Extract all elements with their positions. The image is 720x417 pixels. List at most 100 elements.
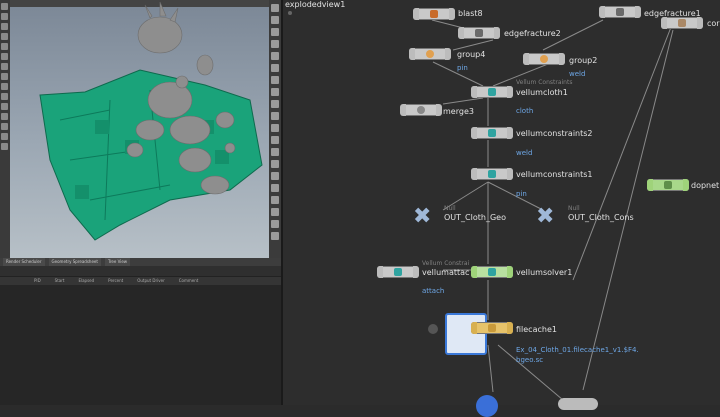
display-option-icon[interactable] (271, 4, 279, 12)
node-edgefracture1[interactable] (599, 6, 641, 18)
display-option-icon[interactable] (271, 196, 279, 204)
display-flag[interactable] (697, 17, 703, 29)
node-vellumattach[interactable] (377, 266, 419, 278)
merge-icon (417, 106, 425, 114)
display-option-icon[interactable] (271, 148, 279, 156)
display-flag[interactable] (507, 86, 513, 98)
node-group4[interactable] (409, 48, 451, 60)
column-comment[interactable]: Comment (179, 277, 199, 285)
bypass-flag[interactable] (523, 53, 529, 65)
node-blast8-label: blast8 (458, 9, 483, 18)
dopnet-icon (664, 181, 672, 189)
display-flag[interactable] (507, 322, 513, 334)
tab-geometry-spreadsheet[interactable]: Geometry Spreadsheet (48, 258, 101, 266)
display-flag[interactable] (507, 127, 513, 139)
node-merge3[interactable] (400, 104, 442, 116)
display-option-icon[interactable] (271, 52, 279, 60)
node-filecache1[interactable] (471, 322, 513, 334)
display-option-icon[interactable] (271, 136, 279, 144)
node-vellumcloth1[interactable] (471, 86, 513, 98)
display-flag[interactable] (449, 8, 455, 20)
node-out-cloth-geo-label: OUT_Cloth_Geo (444, 213, 506, 222)
bypass-flag[interactable] (647, 179, 653, 191)
display-option-icon[interactable] (271, 112, 279, 120)
edgefracture-icon (616, 8, 624, 16)
node-vellumconstraints2[interactable] (471, 127, 513, 139)
node-vellumsolver1[interactable] (471, 266, 513, 278)
display-option-icon[interactable] (271, 208, 279, 216)
null-icon[interactable]: ✖ (536, 206, 556, 228)
bypass-flag[interactable] (661, 17, 667, 29)
display-option-icon[interactable] (271, 220, 279, 228)
display-option-icon[interactable] (271, 64, 279, 72)
display-flag[interactable] (413, 266, 419, 278)
scheduler-column-headers: PID Start Elapsed Percent Output Driver … (0, 277, 281, 285)
bypass-flag[interactable] (471, 86, 477, 98)
bypass-flag[interactable] (400, 104, 406, 116)
display-option-icon[interactable] (271, 172, 279, 180)
bypass-flag[interactable] (413, 8, 419, 20)
bypass-flag[interactable] (409, 48, 415, 60)
bypass-flag[interactable] (471, 266, 477, 278)
display-option-icon[interactable] (271, 160, 279, 168)
node-cor[interactable] (661, 17, 703, 29)
scene-render (39, 1, 263, 241)
node-blast8[interactable] (413, 8, 455, 20)
node-dopnet[interactable] (647, 179, 689, 191)
bypass-flag[interactable] (377, 266, 383, 278)
display-option-icon[interactable] (271, 124, 279, 132)
node-vellumcloth1-type: Vellum Constraints (516, 79, 573, 86)
node-vellumconstraints2-label: vellumconstraints2 (516, 129, 593, 138)
node-group2-comment: weld (569, 70, 586, 78)
display-flag[interactable] (507, 168, 513, 180)
display-flag[interactable] (507, 266, 513, 278)
viewport-right-toolbar[interactable] (269, 0, 281, 258)
null-icon[interactable]: ✖ (413, 206, 433, 228)
display-flag[interactable] (559, 53, 565, 65)
display-option-icon[interactable] (271, 28, 279, 36)
node-vellumconstraints1[interactable] (471, 168, 513, 180)
display-flag[interactable] (494, 27, 500, 39)
bypass-flag[interactable] (599, 6, 605, 18)
display-option-icon[interactable] (271, 40, 279, 48)
network-editor[interactable]: explodedview1 blast8 edgefracture1 cor e… (283, 0, 720, 417)
scene-viewport[interactable] (0, 0, 281, 258)
node-out-cloth-cons-type: Null (568, 205, 580, 212)
filecache-icon (488, 324, 496, 332)
bypass-flag[interactable] (471, 322, 477, 334)
display-flag[interactable] (445, 48, 451, 60)
node-icon (678, 19, 686, 27)
display-option-icon[interactable] (271, 76, 279, 84)
node-cor-label: cor (707, 19, 720, 28)
display-option-icon[interactable] (271, 184, 279, 192)
display-flag[interactable] (635, 6, 641, 18)
display-option-icon[interactable] (271, 88, 279, 96)
node-partial-bottom[interactable] (476, 395, 498, 417)
node-edgefracture2[interactable] (458, 27, 500, 39)
display-option-icon[interactable] (271, 232, 279, 240)
bypass-flag[interactable] (471, 127, 477, 139)
vellum-icon (488, 129, 496, 137)
filecache-disk-icon (445, 313, 487, 355)
tab-render-scheduler[interactable]: Render Scheduler (3, 258, 45, 266)
vellum-icon (394, 268, 402, 276)
display-flag[interactable] (436, 104, 442, 116)
display-flag[interactable] (683, 179, 689, 191)
tab-tree-view[interactable]: Tree View (104, 258, 131, 266)
bypass-flag[interactable] (458, 27, 464, 39)
node-vellumconstraints1-label: vellumconstraints1 (516, 170, 593, 179)
column-percent[interactable]: Percent (108, 277, 123, 285)
column-output-driver[interactable]: Output Driver (137, 277, 164, 285)
display-option-icon[interactable] (271, 100, 279, 108)
column-start[interactable]: Start (55, 277, 65, 285)
node-group2[interactable] (523, 53, 565, 65)
bypass-flag[interactable] (471, 168, 477, 180)
filecache-toggle-icon[interactable] (428, 324, 438, 334)
node-partial-bottom-right[interactable] (558, 398, 598, 410)
column-pid[interactable]: PID (34, 277, 41, 285)
display-option-icon[interactable] (271, 16, 279, 24)
column-elapsed[interactable]: Elapsed (78, 277, 94, 285)
node-vellumconstraints1-comment: pin (516, 190, 527, 198)
node-out-cloth-cons-label: OUT_Cloth_Cons (568, 213, 634, 222)
node-group4-comment: pin (457, 64, 468, 72)
